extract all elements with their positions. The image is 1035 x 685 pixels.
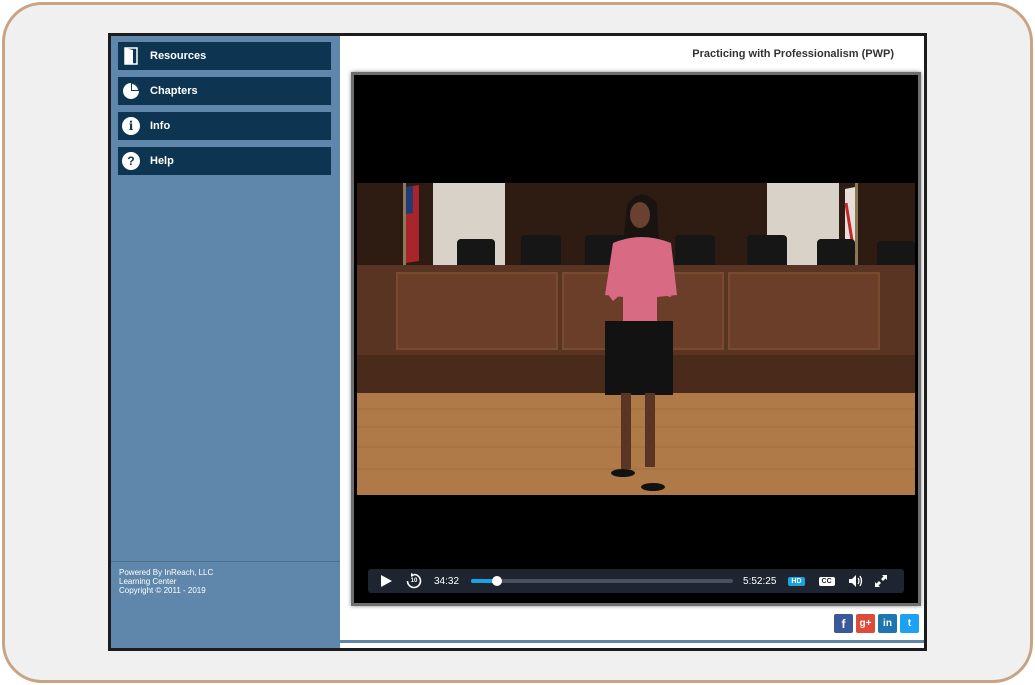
sidebar-divider (111, 561, 340, 562)
bottom-divider (340, 640, 924, 643)
info-icon: i (122, 117, 140, 135)
duration: 5:52:25 (743, 575, 777, 587)
footer-powered-by: Powered By InReach, LLC (119, 568, 214, 577)
linkedin-icon[interactable]: in (878, 614, 897, 633)
volume-icon[interactable] (848, 575, 863, 587)
play-icon[interactable] (380, 575, 392, 587)
sidebar-item-label: Info (150, 120, 171, 132)
page-title: Practicing with Professionalism (PWP) (692, 48, 894, 60)
sidebar-item-help[interactable]: ? Help (118, 147, 331, 175)
sidebar-item-label: Chapters (150, 85, 198, 97)
video-player[interactable]: 10 34:32 5:52:25 HD CC (351, 72, 921, 606)
googleplus-icon[interactable]: g+ (856, 614, 875, 633)
door-icon (122, 47, 140, 65)
help-icon: ? (122, 152, 140, 170)
sidebar-item-label: Help (150, 155, 174, 167)
facebook-icon[interactable]: f (834, 614, 853, 633)
sidebar-footer: Powered By InReach, LLC Learning Center … (119, 568, 213, 595)
progress-bar[interactable] (471, 576, 734, 586)
player-controls: 10 34:32 5:52:25 HD CC (368, 569, 904, 593)
video-frame[interactable] (357, 183, 915, 495)
social-share: f g+ in t (834, 614, 919, 633)
sidebar-item-chapters[interactable]: Chapters (118, 77, 331, 105)
footer-learning-center: Learning Center (119, 577, 177, 586)
cc-button[interactable]: CC (818, 576, 835, 586)
sidebar: Resources Chapters i Info ? Help Powered… (111, 36, 340, 648)
rewind-10-icon[interactable]: 10 (406, 573, 422, 589)
hd-button[interactable]: HD (788, 576, 805, 586)
app-window: Resources Chapters i Info ? Help Powered… (108, 33, 927, 651)
main-content: Practicing with Professionalism (PWP) 10… (340, 36, 924, 648)
rewind-label: 10 (410, 578, 418, 584)
twitter-icon[interactable]: t (900, 614, 919, 633)
current-time: 34:32 (434, 575, 460, 587)
sidebar-item-label: Resources (150, 50, 207, 62)
sidebar-item-resources[interactable]: Resources (118, 42, 331, 70)
sidebar-item-info[interactable]: i Info (118, 112, 331, 140)
pie-chart-icon (122, 82, 140, 100)
progress-knob[interactable] (492, 576, 503, 586)
fullscreen-icon[interactable] (874, 575, 887, 587)
footer-copyright: Copyright © 2011 - 2019 (119, 586, 206, 595)
